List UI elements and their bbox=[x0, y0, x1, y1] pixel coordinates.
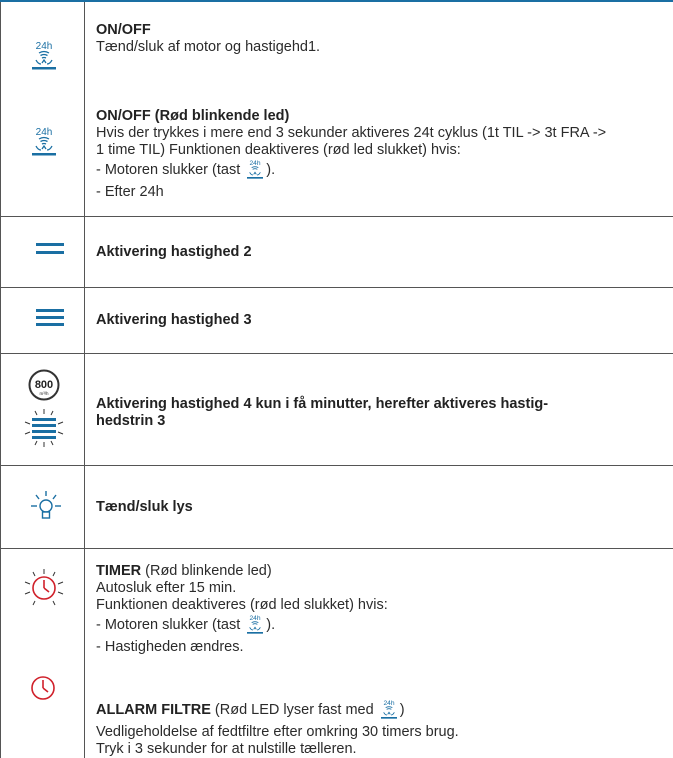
timer-title-line: TIMER (Rød blinkende led) bbox=[96, 563, 666, 580]
speed-2-icon bbox=[36, 242, 64, 261]
filter-title-line: ALLARM FILTRE (Rød LED lyser fast med 24… bbox=[96, 699, 666, 724]
onoff-title: ON/OFF bbox=[96, 22, 151, 38]
24h-fan-icon: 24h bbox=[32, 126, 56, 161]
filter-title: ALLARM FILTRE bbox=[96, 702, 211, 718]
badge-value: 800 bbox=[35, 379, 53, 391]
row-divider bbox=[0, 465, 673, 466]
onoff-red-line3: - Motoren slukker (tast 24h). bbox=[96, 159, 666, 184]
icon-24h-label: 24h bbox=[36, 127, 53, 138]
light-title: Tænd/sluk lys bbox=[96, 499, 193, 515]
onoff-red-line2: 1 time TIL) Funktionen deaktiveres (rød … bbox=[96, 142, 461, 158]
timer-title-suffix: (Rød blinkende led) bbox=[141, 563, 272, 579]
speed2-title: Aktivering hastighed 2 bbox=[96, 244, 252, 260]
filter-line2: Tryk i 3 sekunder for at nulstille tælle… bbox=[96, 741, 357, 757]
800-m3h-badge-icon: 800 m³/h bbox=[28, 369, 60, 406]
filter-alarm-clock-icon bbox=[30, 675, 56, 706]
timer-line3-pre: - Motoren slukker (tast bbox=[96, 617, 245, 633]
svg-text:24h: 24h bbox=[250, 615, 261, 622]
filter-line1: Vedligeholdelse af fedtfiltre efter omkr… bbox=[96, 724, 459, 740]
24h-fan-inline-icon: 24h bbox=[244, 159, 266, 184]
row-divider bbox=[0, 353, 673, 354]
speed3-text-block: Aktivering hastighed 3 bbox=[96, 312, 666, 329]
speed-4-blinking-icon bbox=[24, 408, 64, 453]
filter-title-suffix-post: ) bbox=[399, 702, 405, 718]
row-divider bbox=[0, 548, 673, 549]
timer-text-block: TIMER (Rød blinkende led) Autosluk efter… bbox=[96, 563, 666, 656]
speed3-title: Aktivering hastighed 3 bbox=[96, 312, 252, 328]
24h-fan-icon: 24h bbox=[32, 40, 56, 75]
timer-line2: Funktionen deaktiveres (rød led slukket)… bbox=[96, 597, 388, 613]
light-bulb-icon bbox=[30, 490, 62, 527]
24h-fan-inline-icon: 24h bbox=[244, 614, 266, 639]
timer-line1: Autosluk efter 15 min. bbox=[96, 580, 237, 596]
svg-text:24h: 24h bbox=[250, 160, 261, 167]
onoff-red-line4: - Efter 24h bbox=[96, 184, 164, 200]
column-divider bbox=[84, 2, 85, 758]
icon-24h-label: 24h bbox=[36, 41, 53, 52]
onoff-red-line1: Hvis der trykkes i mere end 3 sekunder a… bbox=[96, 125, 607, 141]
24h-fan-inline-icon: 24h bbox=[378, 699, 400, 724]
onoff-red-line3-pre: - Motoren slukker (tast bbox=[96, 162, 245, 178]
speed4-line2: hedstrin 3 bbox=[96, 413, 166, 429]
timer-line3: - Motoren slukker (tast 24h). bbox=[96, 614, 666, 639]
row-divider bbox=[0, 287, 673, 288]
timer-line3-post: ). bbox=[266, 617, 276, 633]
left-border bbox=[0, 2, 1, 758]
timer-blinking-icon bbox=[24, 568, 64, 613]
speed2-text-block: Aktivering hastighed 2 bbox=[96, 244, 666, 261]
onoff-red-title: ON/OFF (Rød blinkende led) bbox=[96, 108, 290, 124]
top-rule bbox=[0, 0, 673, 2]
onoff-description: Tænd/sluk af motor og hastigehd1. bbox=[96, 39, 321, 55]
onoff-text-block: ON/OFF Tænd/sluk af motor og hastigehd1. bbox=[96, 22, 666, 56]
row-divider bbox=[0, 216, 673, 217]
onoff-red-text-block: ON/OFF (Rød blinkende led) Hvis der tryk… bbox=[96, 108, 666, 201]
timer-line4: - Hastigheden ændres. bbox=[96, 639, 244, 655]
speed4-text-block: Aktivering hastighed 4 kun i få minutter… bbox=[96, 396, 666, 430]
light-text-block: Tænd/sluk lys bbox=[96, 499, 666, 516]
speed-3-icon bbox=[36, 308, 64, 333]
filter-title-suffix: (Rød LED lyser fast med bbox=[210, 702, 378, 718]
onoff-red-line3-post: ). bbox=[266, 162, 276, 178]
filter-text-block: ALLARM FILTRE (Rød LED lyser fast med 24… bbox=[96, 699, 666, 758]
svg-text:24h: 24h bbox=[383, 700, 394, 707]
badge-unit: m³/h bbox=[40, 391, 49, 396]
timer-title: TIMER bbox=[96, 563, 142, 579]
speed4-line1: Aktivering hastighed 4 kun i få minutter… bbox=[96, 396, 549, 412]
